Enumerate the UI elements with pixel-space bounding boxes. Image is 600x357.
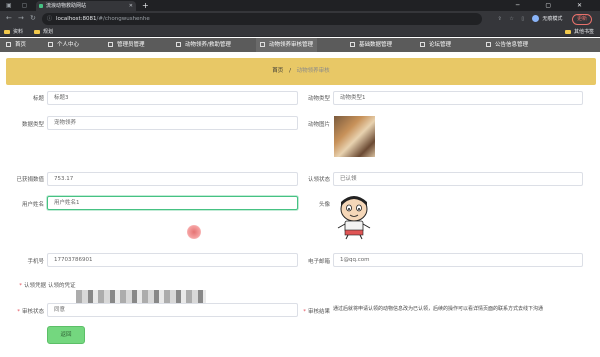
proof-label: * 认领凭据	[19, 283, 46, 289]
window-menu-icons[interactable]: ▣ ▢	[6, 2, 31, 9]
review-icon	[260, 42, 265, 47]
avatar-label: 头像	[318, 202, 330, 208]
info-icon[interactable]: ⓘ	[47, 13, 52, 25]
breadcrumb-sep: /	[289, 68, 291, 74]
animal-image-label: 动物图片	[307, 122, 330, 128]
address-bar[interactable]: ⓘ localhost:8081/#/chongwushenhe	[42, 13, 482, 25]
animal-type-label: 动物类型	[307, 96, 330, 102]
nav-item-notice[interactable]: 公告信息管理	[486, 38, 528, 52]
nav-item-home[interactable]: 首页	[6, 38, 26, 52]
bookmarks-bar: 资料 规划 其他书签	[0, 27, 600, 37]
folder-icon	[4, 29, 10, 34]
review-result-text[interactable]: 通过后就将申请认领的动物信息改为已认领，后续的操作可以看详情页面的联系方式去线下…	[333, 305, 598, 312]
url-path: /#/chongwushenhe	[96, 16, 150, 22]
profile-label[interactable]: 无痕模式	[542, 16, 562, 22]
review-result-label: * 审核结果	[303, 309, 330, 315]
email-label: 电子邮箱	[307, 259, 330, 265]
back-arrow-icon[interactable]: ←	[6, 14, 12, 22]
nav-item-forum[interactable]: 论坛管理	[420, 38, 451, 52]
paw-icon	[176, 42, 181, 47]
update-button[interactable]: 更新	[571, 14, 592, 25]
claim-status-field[interactable]: 已认领	[333, 172, 583, 186]
star-icon[interactable]: ☆	[509, 13, 513, 25]
breadcrumb-current: 动物领养审核	[296, 68, 330, 74]
forward-arrow-icon[interactable]: →	[18, 14, 24, 22]
bookmark-item[interactable]: 规划	[34, 27, 53, 37]
data-type-field[interactable]: 宠物领养	[47, 116, 298, 130]
notice-icon	[486, 42, 491, 47]
forum-icon	[420, 42, 425, 47]
browser-tab[interactable]: 流浪动物救助网站 ✕	[36, 1, 136, 11]
tab-favicon-icon	[39, 4, 43, 8]
email-field[interactable]: 1@qq.com	[333, 253, 583, 267]
breadcrumb: 首页 / 动物领养审核	[6, 58, 596, 85]
proof-caption: 认领的凭证	[48, 283, 76, 289]
phone-field[interactable]: 17703786901	[47, 253, 298, 267]
username-field[interactable]: 用户姓名1	[47, 196, 298, 210]
sidebar-icon[interactable]: ▯	[521, 13, 524, 25]
donation-field[interactable]: 753.17	[47, 172, 298, 186]
reload-icon[interactable]: ↻	[30, 14, 36, 22]
nav-item-admin[interactable]: 管理员管理	[108, 38, 145, 52]
new-tab-icon[interactable]: +	[142, 0, 149, 11]
nav-item-adoption-review[interactable]: 动物领养审核管理	[256, 38, 318, 52]
back-button[interactable]: 返回	[47, 326, 85, 344]
nav-item-profile[interactable]: 个人中心	[48, 38, 79, 52]
phone-label: 手机号	[27, 259, 44, 265]
user-icon	[48, 42, 53, 47]
donation-label: 已获捐数值	[16, 177, 44, 183]
window-controls[interactable]: ─ ▢ ✕	[516, 0, 594, 11]
user-avatar-image	[333, 192, 375, 240]
toolbar-right: ⇪ ☆ ▯ 无痕模式 更新	[498, 13, 592, 25]
title-field[interactable]: 标题3	[47, 91, 298, 105]
admin-icon	[108, 42, 113, 47]
profile-avatar-icon[interactable]	[531, 15, 539, 22]
tab-close-icon[interactable]: ✕	[129, 1, 133, 11]
browser-toolbar: ← → ↻ ⓘ localhost:8081/#/chongwushenhe ⇪…	[0, 11, 600, 27]
nav-item-adoption[interactable]: 动物领养/救助管理	[176, 38, 231, 52]
bookmark-item[interactable]: 资料	[4, 27, 23, 37]
data-type-label: 数据类型	[21, 122, 44, 128]
site-nav: 首页 个人中心 管理员管理 动物领养/救助管理 动物领养审核管理 基础数据管理 …	[0, 38, 600, 52]
browser-tab-bar: ▣ ▢ 流浪动物救助网站 ✕ + ─ ▢ ✕	[0, 0, 600, 11]
mouse-cursor-highlight	[187, 225, 201, 239]
url-host: localhost:8081	[56, 16, 97, 22]
username-label: 用户姓名	[21, 202, 44, 208]
share-icon[interactable]: ⇪	[498, 13, 502, 25]
proof-image-blurred	[76, 290, 206, 304]
breadcrumb-home[interactable]: 首页	[272, 68, 283, 74]
home-icon	[6, 42, 11, 47]
folder-icon	[34, 29, 40, 34]
tab-title: 流浪动物救助网站	[46, 3, 87, 9]
folder-icon	[564, 29, 571, 34]
review-status-select[interactable]: 同意	[47, 303, 298, 317]
nav-item-base-data[interactable]: 基础数据管理	[350, 38, 392, 52]
review-status-label: * 审核状态	[17, 309, 44, 315]
animal-type-field[interactable]: 动物类型1	[333, 91, 583, 105]
data-icon	[350, 42, 355, 47]
claim-status-label: 认领状态	[307, 177, 330, 183]
animal-photo	[334, 116, 375, 157]
title-label: 标题	[32, 96, 44, 102]
other-bookmarks[interactable]: 其他书签	[564, 27, 594, 37]
